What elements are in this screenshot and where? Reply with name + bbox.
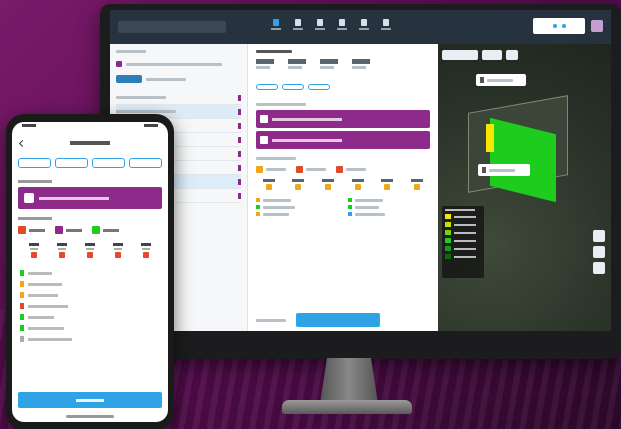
- forecast-section-label: [256, 157, 296, 160]
- map-field-label[interactable]: [478, 164, 530, 176]
- field-marker-icon: [482, 167, 486, 173]
- forecast-day: [375, 179, 401, 190]
- alerts-section-label: [256, 103, 306, 106]
- view-toggle[interactable]: [533, 18, 585, 34]
- field-stats: [256, 59, 430, 69]
- nav-weather-button[interactable]: [336, 19, 348, 35]
- map-icon: [295, 19, 301, 26]
- action-bar: [256, 313, 430, 327]
- rain-icon: [296, 166, 303, 173]
- forecast-label: [18, 217, 52, 220]
- list-item[interactable]: [116, 91, 241, 105]
- nav-fields-button[interactable]: [270, 19, 282, 35]
- nav-report-button[interactable]: [358, 19, 370, 35]
- map-layer-select[interactable]: [442, 50, 478, 60]
- tab-rain[interactable]: [18, 226, 45, 234]
- mobile-forecast-grid: [12, 237, 168, 264]
- back-arrow-icon[interactable]: [18, 139, 27, 147]
- forecast-day: [286, 179, 312, 190]
- mobile-header: [12, 132, 168, 154]
- filter-button[interactable]: [116, 75, 142, 83]
- search-input[interactable]: [118, 21, 226, 33]
- alert-card[interactable]: [256, 110, 430, 128]
- alerts-label: [18, 180, 52, 183]
- zoom-in-button[interactable]: [593, 230, 605, 242]
- forecast-day: [50, 243, 74, 258]
- wind-icon: [55, 226, 63, 234]
- map-field-label[interactable]: [476, 74, 526, 86]
- top-navigation-bar: [110, 10, 611, 44]
- forecast-day: [315, 179, 341, 190]
- forecast-day: [256, 179, 282, 190]
- monitor-stand-base: [282, 400, 412, 414]
- primary-action-button[interactable]: [296, 313, 380, 327]
- forecast-tabs: [256, 166, 430, 173]
- forecast-day: [404, 179, 430, 190]
- map-toolbar: [442, 50, 607, 60]
- mobile-title: [70, 141, 110, 145]
- tab-rain[interactable]: [296, 166, 326, 173]
- mobile-phone: [6, 114, 174, 429]
- desktop-screen: [110, 10, 611, 331]
- forecast-day: [106, 243, 130, 258]
- crop-icon: [317, 19, 323, 26]
- settings-icon: [383, 19, 389, 26]
- nav-crop-button[interactable]: [314, 19, 326, 35]
- report-icon: [361, 19, 367, 26]
- ndvi-low-zone[interactable]: [486, 124, 494, 152]
- mobile-alert-card[interactable]: [18, 187, 162, 209]
- forecast-legend: [256, 198, 430, 216]
- tab-wind[interactable]: [336, 166, 366, 173]
- tag-pills: [256, 77, 430, 95]
- wind-icon: [336, 166, 343, 173]
- home-indicator: [66, 415, 114, 418]
- monitor-stand-neck: [320, 358, 378, 404]
- tab-wind[interactable]: [55, 226, 82, 234]
- growth-icon: [92, 226, 100, 234]
- topbar-right: [533, 18, 603, 34]
- map-date-select[interactable]: [482, 50, 502, 60]
- forecast-grid: [256, 179, 430, 190]
- alert-icon: [260, 115, 268, 123]
- alert-card[interactable]: [256, 131, 430, 149]
- mobile-primary-button[interactable]: [18, 392, 162, 408]
- weather-icon: [339, 19, 345, 26]
- tab-sun[interactable]: [256, 166, 286, 173]
- sun-icon: [256, 166, 263, 173]
- panel-title: [116, 50, 146, 53]
- alert-icon: [260, 136, 268, 144]
- status-bar: [12, 122, 168, 132]
- field-marker-icon: [480, 77, 484, 83]
- alert-icon: [24, 193, 34, 203]
- farm-icon: [116, 61, 122, 67]
- forecast-day: [134, 243, 158, 258]
- nav-map-button[interactable]: [292, 19, 304, 35]
- tab-growth[interactable]: [92, 226, 119, 234]
- mobile-screen: [12, 122, 168, 422]
- detail-title: [256, 50, 292, 53]
- forecast-day: [22, 243, 46, 258]
- mobile-filter-chips: [12, 154, 168, 172]
- field-map[interactable]: [438, 44, 611, 331]
- map-zoom-controls: [593, 230, 605, 274]
- forecast-day: [78, 243, 102, 258]
- fields-icon: [273, 19, 279, 26]
- avatar[interactable]: [591, 20, 603, 32]
- rain-icon: [18, 226, 26, 234]
- mobile-forecast-tabs: [12, 223, 168, 237]
- zoom-out-button[interactable]: [593, 246, 605, 258]
- main-nav: [270, 19, 392, 35]
- field-detail-panel: [248, 44, 438, 331]
- forecast-day: [345, 179, 371, 190]
- mobile-legend: [12, 264, 168, 353]
- desktop-monitor: [100, 4, 621, 359]
- locate-button[interactable]: [593, 262, 605, 274]
- map-option-button[interactable]: [506, 50, 518, 60]
- ndvi-legend: [442, 206, 484, 278]
- nav-settings-button[interactable]: [380, 19, 392, 35]
